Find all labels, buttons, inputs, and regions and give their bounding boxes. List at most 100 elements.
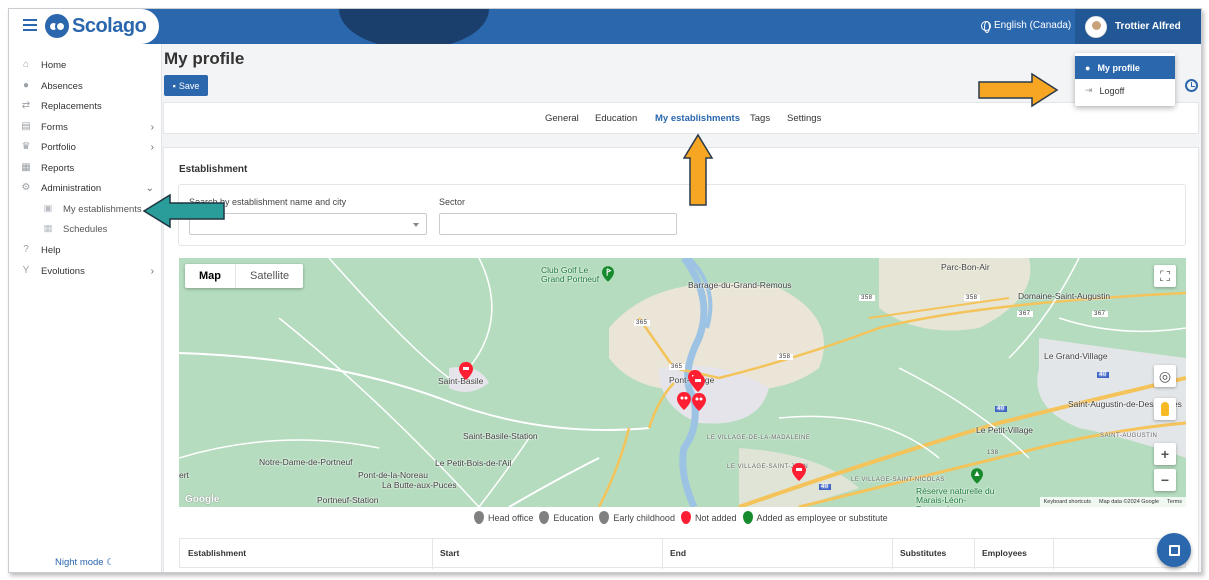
sidebar-item-help[interactable]: ? Help: [19, 242, 154, 258]
logo-area: Scolago: [9, 9, 159, 44]
satellite-view-button[interactable]: Satellite: [236, 264, 303, 288]
establishment-map[interactable]: Parc-Bon-Air Club Golf Le Grand Portneuf…: [179, 258, 1186, 507]
map-view-button[interactable]: Map: [185, 264, 236, 288]
education-icon: [539, 511, 550, 524]
tab-education[interactable]: Education: [595, 113, 637, 124]
column-divider: [1053, 539, 1054, 569]
column-divider: [662, 539, 663, 569]
map-place-label: Domaine-Saint-Augustin: [1018, 291, 1111, 301]
sidebar-item-label: Portfolio: [41, 141, 76, 153]
sidebar-item-reports[interactable]: ▦ Reports: [19, 160, 154, 176]
sidebar-item-replacements[interactable]: ⇄ Replacements: [19, 98, 154, 114]
calendar-icon: ▦: [43, 223, 53, 234]
column-divider: [892, 539, 893, 569]
road-shield: 365: [669, 364, 685, 370]
sidebar-item-schedules[interactable]: ▦ Schedules: [41, 221, 108, 237]
keyboard-shortcuts-link[interactable]: Keyboard shortcuts: [1044, 497, 1091, 507]
globe-icon: [981, 20, 991, 33]
menu-item-label: Logoff: [1099, 85, 1125, 96]
floating-save-button[interactable]: [1157, 533, 1191, 567]
establishment-card: Establishment Search by establishment na…: [163, 147, 1199, 572]
map-place-label: Le Petit-Bois-de-l'Ail: [435, 458, 512, 468]
sidebar-item-label: Forms: [41, 121, 68, 133]
column-header-employees[interactable]: Employees: [982, 548, 1027, 558]
legend-item: Education: [539, 511, 593, 524]
tab-tags[interactable]: Tags: [750, 113, 770, 124]
legend-label: Added as employee or substitute: [756, 512, 888, 523]
tab-settings[interactable]: Settings: [787, 113, 821, 124]
sidebar-item-label: Help: [41, 244, 61, 256]
sidebar-item-home[interactable]: ⌂ Home: [19, 57, 154, 73]
save-button[interactable]: ▪ Save: [164, 75, 208, 96]
sidebar-item-administration[interactable]: ⚙ Administration ⌄: [19, 180, 154, 196]
map-place-label: LE VILLAGE-DE-LA-MADALEINE: [707, 435, 811, 441]
google-logo[interactable]: Google: [185, 494, 219, 505]
header-decoration: [339, 9, 489, 44]
sidebar-item-forms[interactable]: ▤ Forms ›: [19, 119, 154, 135]
user-menu-button[interactable]: Trottier Alfred: [1075, 9, 1201, 44]
map-place-label: Pont-de-la-Noreau: [358, 470, 428, 480]
history-icon[interactable]: [1185, 79, 1198, 92]
night-mode-toggle[interactable]: Night mode ☾: [55, 557, 115, 568]
zoom-out-icon[interactable]: −: [1154, 469, 1176, 491]
map-footer: Keyboard shortcuts Map data ©2024 Google…: [1039, 497, 1186, 507]
sidebar-item-absences[interactable]: ● Absences: [19, 78, 154, 94]
column-header-start[interactable]: Start: [440, 548, 459, 558]
legend-item: Early childhood: [599, 511, 675, 524]
legend-label: Head office: [488, 512, 534, 523]
sidebar-item-portfolio[interactable]: ♛ Portfolio ›: [19, 139, 154, 155]
map-place-label: Saint-Basile-Station: [463, 431, 538, 441]
road-shield: 40: [819, 484, 831, 490]
sidebar-item-evolutions[interactable]: Y Evolutions ›: [19, 263, 154, 279]
terms-link[interactable]: Terms: [1167, 497, 1182, 507]
evolutions-icon: Y: [22, 265, 30, 276]
app-logo-text[interactable]: Scolago: [72, 15, 147, 38]
tab-general[interactable]: General: [545, 113, 579, 124]
added-icon: [742, 511, 753, 524]
education-pin-not-added[interactable]: [792, 463, 806, 481]
sidebar-item-my-establishments[interactable]: ▣ My establishments: [41, 201, 142, 217]
map-place-label: Le Petit-Village: [976, 425, 1034, 435]
column-header-establishment[interactable]: Establishment: [188, 548, 246, 558]
menu-item-my-profile[interactable]: ● My profile: [1075, 56, 1175, 79]
top-bar: Scolago English (Canada) Trottier Alfred: [9, 9, 1201, 44]
tab-my-establishments[interactable]: My establishments: [655, 113, 740, 124]
sidebar-item-label: My establishments: [63, 203, 142, 215]
sector-input[interactable]: [439, 213, 677, 235]
legend-label: Not added: [694, 512, 737, 523]
zoom-in-icon[interactable]: +: [1154, 443, 1176, 465]
map-place-label: Notre-Dame-de-Portneuf: [259, 457, 353, 467]
legend-item: Head office: [474, 511, 533, 524]
language-selector[interactable]: English (Canada): [981, 20, 1072, 33]
pegman-icon[interactable]: [1154, 398, 1176, 420]
road-shield: 358: [964, 295, 980, 301]
fullscreen-icon[interactable]: ⛶: [1154, 265, 1176, 287]
my-location-icon[interactable]: ◎: [1154, 365, 1176, 387]
sidebar-item-label: Absences: [41, 80, 83, 92]
hamburger-menu-icon[interactable]: [23, 19, 37, 31]
golf-pin[interactable]: [602, 266, 614, 282]
school-icon: ▣: [43, 203, 53, 214]
road-label: 138: [987, 450, 999, 456]
early-childhood-pin-not-added[interactable]: [677, 392, 691, 410]
legend-item: Added as employee or substitute: [742, 511, 888, 524]
column-divider: [974, 539, 975, 569]
column-header-end[interactable]: End: [670, 548, 686, 558]
column-header-substitutes[interactable]: Substitutes: [900, 548, 946, 558]
menu-item-logoff[interactable]: ⇥ Logoff: [1075, 79, 1175, 102]
help-icon: ?: [23, 244, 29, 255]
education-pin-not-added[interactable]: [691, 374, 705, 392]
sector-label: Sector: [439, 197, 466, 207]
map-place-label: La Butte-aux-Puces: [382, 480, 457, 490]
park-pin[interactable]: [971, 468, 983, 484]
map-place-label: Portneuf-Station: [317, 495, 379, 505]
replacements-icon: ⇄: [21, 100, 31, 111]
chevron-right-icon: ›: [150, 265, 154, 277]
language-label: English (Canada): [994, 20, 1072, 31]
sidebar: ⌂ Home ● Absences ⇄ Replacements ▤ Forms…: [9, 44, 162, 572]
education-pin-not-added[interactable]: [459, 362, 473, 380]
early-childhood-pin-not-added[interactable]: [692, 393, 706, 411]
reports-icon: ▦: [21, 162, 31, 173]
trophy-icon: ♛: [21, 141, 31, 152]
early-childhood-icon: [599, 511, 610, 524]
